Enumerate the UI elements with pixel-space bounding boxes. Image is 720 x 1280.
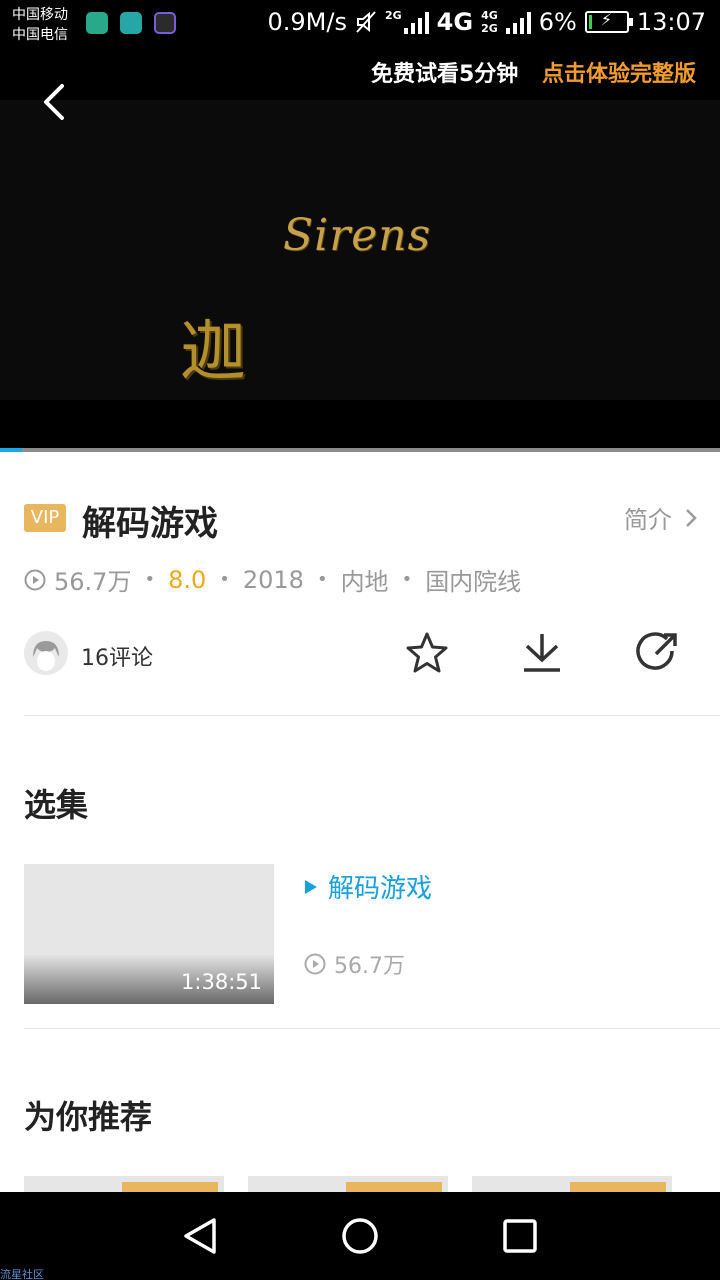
net-label: 4G xyxy=(481,9,498,22)
recommend-heading: 为你推荐 xyxy=(24,1098,153,1136)
play-count-icon xyxy=(24,569,46,590)
watermark: 流星社区 xyxy=(0,1268,44,1280)
nav-recents-icon[interactable] xyxy=(498,1214,542,1258)
episode-duration: 1:38:51 xyxy=(181,970,262,994)
chevron-right-icon xyxy=(686,508,697,527)
rating-score: 8.0 xyxy=(168,565,207,594)
back-arrow-icon[interactable] xyxy=(38,82,78,122)
nav-back-icon[interactable] xyxy=(178,1214,222,1258)
trial-text: 免费试看5分钟 xyxy=(371,62,519,87)
playing-indicator-icon xyxy=(305,879,317,894)
episode-views: 56.7万 xyxy=(304,948,405,980)
video-meta: 56.7万 • 8.0 • 2018 • 内地 • 国内院线 xyxy=(24,562,521,597)
intro-button[interactable]: 简介 xyxy=(624,500,698,535)
app-notification-icon xyxy=(120,12,142,34)
avatar[interactable] xyxy=(24,631,68,675)
dual-net-label: 4G 2G xyxy=(481,10,498,34)
video-frame: Sirens 迦 xyxy=(0,100,720,400)
video-player[interactable]: Sirens 迦 免费试看5分钟 点击体验完整版 xyxy=(0,50,720,450)
comment-count-button[interactable]: 16评论 xyxy=(81,640,153,672)
video-title: 解码游戏 xyxy=(82,504,218,544)
net-label: 2G xyxy=(384,9,402,22)
trial-banner: 免费试看5分钟 点击体验完整版 xyxy=(371,56,696,88)
network-speed: 0.9M/s xyxy=(267,8,347,36)
net-label: 2G xyxy=(481,22,498,35)
app-notification-icon xyxy=(154,12,176,34)
divider xyxy=(24,715,720,716)
view-count: 56.7万 xyxy=(54,568,132,596)
episode-title[interactable]: 解码游戏 xyxy=(304,868,432,905)
system-nav-bar xyxy=(0,1192,720,1280)
region: 内地 xyxy=(340,568,389,596)
trial-upgrade-link[interactable]: 点击体验完整版 xyxy=(542,62,696,87)
app-notification-icon xyxy=(86,12,108,34)
battery-icon: ⚡ xyxy=(584,10,633,33)
episode-thumbnail[interactable]: 1:38:51 xyxy=(24,864,274,1004)
episodes-heading: 选集 xyxy=(24,786,89,824)
play-count-icon xyxy=(304,953,326,975)
episode-title-text: 解码游戏 xyxy=(328,874,433,904)
frame-title-cn: 迦 xyxy=(180,313,246,390)
frame-title-en: Sirens xyxy=(283,210,432,261)
release-year: 2018 xyxy=(242,565,304,594)
mute-icon xyxy=(356,11,376,33)
channel: 国内院线 xyxy=(425,568,522,596)
signal-bars-icon xyxy=(403,10,429,34)
episode-view-count: 56.7万 xyxy=(334,954,405,979)
video-progress-bar[interactable] xyxy=(0,448,720,452)
clock: 13:07 xyxy=(636,8,706,36)
carrier-2: 中国电信 xyxy=(12,27,68,43)
carrier-labels: 中国移动 中国电信 xyxy=(12,5,68,45)
battery-percent: 6% xyxy=(538,8,577,36)
download-icon[interactable] xyxy=(519,630,565,676)
star-icon[interactable] xyxy=(404,630,450,676)
status-bar: 中国移动 中国电信 0.9M/s 2G 4G 4G 2G 6% ⚡ 13:07 xyxy=(0,0,720,50)
status-indicators: 0.9M/s 2G 4G 4G 2G 6% ⚡ 13:07 xyxy=(268,8,707,36)
user-avatar-icon xyxy=(24,631,68,675)
intro-label: 简介 xyxy=(624,506,672,534)
signal-bars-icon xyxy=(505,10,531,34)
nav-home-icon[interactable] xyxy=(338,1214,382,1258)
progress-played xyxy=(0,448,22,452)
carrier-1: 中国移动 xyxy=(12,7,68,23)
vip-badge: VIP xyxy=(24,504,66,532)
divider xyxy=(24,1028,720,1029)
net-label-4g: 4G xyxy=(436,8,474,36)
share-icon[interactable] xyxy=(634,630,680,676)
signal-2g: 2G xyxy=(385,10,429,34)
notification-icons xyxy=(86,12,176,34)
